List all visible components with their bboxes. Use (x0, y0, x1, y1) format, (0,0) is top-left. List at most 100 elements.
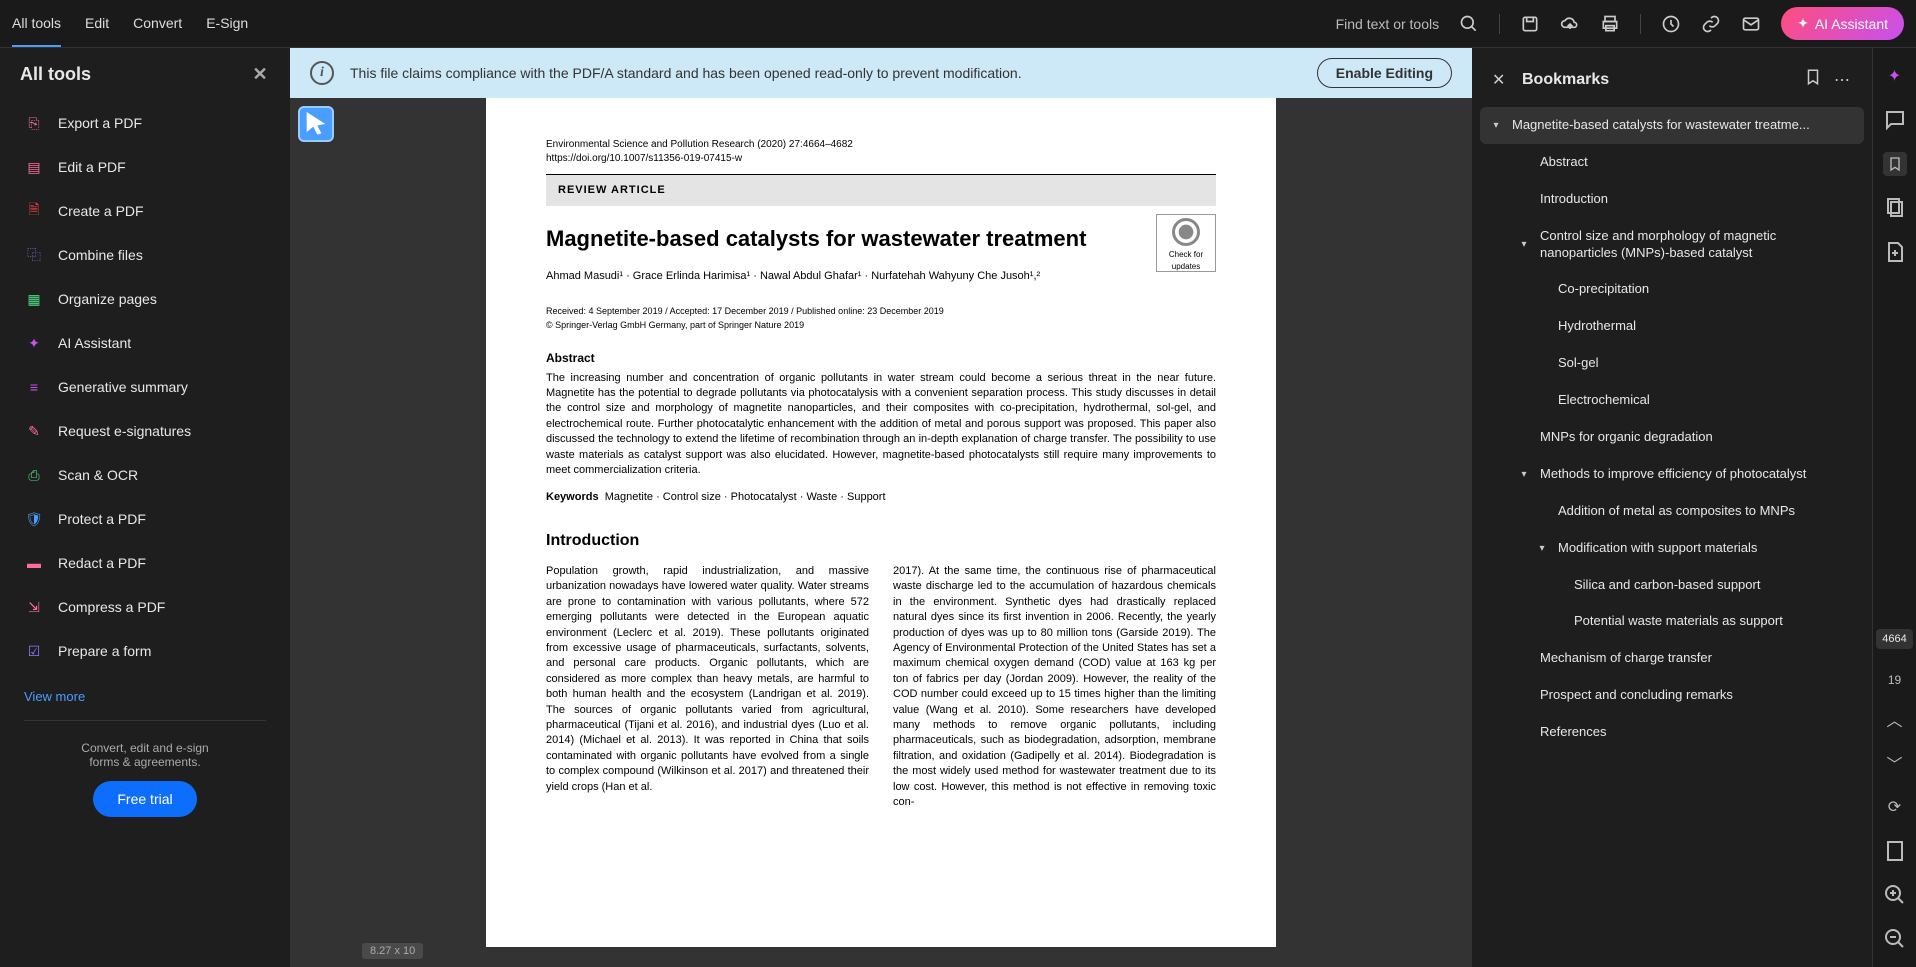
combine-icon: ⿻ (24, 245, 44, 265)
protect-icon: 🛡 (24, 509, 44, 529)
search-icon[interactable] (1459, 14, 1479, 34)
scroll-up-icon[interactable]: ︿ (1883, 707, 1907, 731)
tool-organize-pages[interactable]: ▦Organize pages (12, 277, 278, 321)
menu-all-tools[interactable]: All tools (12, 1, 61, 47)
cloud-upload-icon[interactable] (1560, 14, 1580, 34)
chevron-down-icon[interactable]: ▾ (1488, 120, 1504, 131)
tool-protect-pdf[interactable]: 🛡Protect a PDF (12, 497, 278, 541)
divider (1640, 14, 1641, 34)
column-2: 2017). At the same time, the continuous … (893, 564, 1216, 810)
bookmark-prospect[interactable]: Prospect and concluding remarks (1480, 677, 1864, 714)
chevron-down-icon[interactable]: ▾ (1534, 543, 1550, 554)
page-number-badge[interactable]: 4664 (1876, 629, 1912, 649)
export-icon: ⎘ (24, 113, 44, 133)
bookmark-control-size[interactable]: ▾Control size and morphology of magnetic… (1480, 218, 1864, 272)
all-tools-title: All tools (20, 64, 91, 85)
top-toolbar: All tools Edit Convert E-Sign Find text … (0, 0, 1916, 48)
tool-label: Generative summary (58, 379, 188, 395)
tool-edit-pdf[interactable]: ▤ Edit a PDF (12, 145, 278, 189)
free-trial-button[interactable]: Free trial (93, 781, 196, 817)
ai-assistant-label: AI Assistant (1815, 16, 1888, 32)
bookmark-potential-waste[interactable]: Potential waste materials as support (1480, 603, 1864, 640)
find-text-label[interactable]: Find text or tools (1336, 16, 1440, 32)
tool-ai-assistant[interactable]: ✦AI Assistant (12, 321, 278, 365)
tool-prepare-form[interactable]: ☑Prepare a form (12, 629, 278, 673)
pdfa-info-banner: i This file claims compliance with the P… (290, 48, 1472, 98)
chevron-down-icon[interactable]: ▾ (1516, 469, 1532, 480)
summary-icon: ≡ (24, 377, 44, 397)
footer-line2: forms & agreements. (12, 755, 278, 769)
view-more-link[interactable]: View more (12, 681, 278, 712)
bookmark-methods[interactable]: ▾Methods to improve efficiency of photoc… (1480, 456, 1864, 493)
tool-generative-summary[interactable]: ≡ Generative summary (12, 365, 278, 409)
page-dimensions-label: 8.27 x 10 (362, 943, 423, 959)
keywords: Keywords Magnetite · Control size · Phot… (546, 490, 1216, 505)
ai-sparkle-icon[interactable]: ✦ (1883, 64, 1907, 88)
tool-label: Redact a PDF (58, 555, 146, 571)
bookmark-coprecipitation[interactable]: Co-precipitation (1480, 271, 1864, 308)
tool-label: Scan & OCR (58, 467, 138, 483)
tool-request-esignatures[interactable]: ✎Request e-signatures (12, 409, 278, 453)
bookmark-abstract[interactable]: Abstract (1480, 144, 1864, 181)
scroll-down-icon[interactable]: ﹀ (1883, 751, 1907, 775)
bookmark-root[interactable]: ▾Magnetite-based catalysts for wastewate… (1480, 107, 1864, 144)
print-icon[interactable] (1600, 14, 1620, 34)
bookmark-electrochemical[interactable]: Electrochemical (1480, 382, 1864, 419)
bookmark-modification[interactable]: ▾Modification with support materials (1480, 530, 1864, 567)
selection-tool[interactable] (298, 106, 334, 142)
menu-edit[interactable]: Edit (85, 1, 109, 47)
body-columns: Population growth, rapid industrializati… (546, 564, 1216, 810)
link-icon[interactable] (1701, 14, 1721, 34)
mail-icon[interactable] (1741, 14, 1761, 34)
tool-label: Create a PDF (58, 203, 144, 219)
tool-redact-pdf[interactable]: ▬Redact a PDF (12, 541, 278, 585)
add-bookmark-icon[interactable] (1804, 68, 1822, 91)
bookmark-introduction[interactable]: Introduction (1480, 181, 1864, 218)
check-updates-badge[interactable]: Check for updates (1156, 214, 1216, 272)
chevron-down-icon[interactable]: ▾ (1516, 239, 1532, 250)
bookmark-options-icon[interactable]: ⋯ (1834, 70, 1852, 90)
attachment-icon[interactable] (1883, 240, 1907, 264)
paper-title: Magnetite-based catalysts for wastewater… (546, 224, 1216, 255)
organize-icon: ▦ (24, 289, 44, 309)
bookmark-hydrothermal[interactable]: Hydrothermal (1480, 308, 1864, 345)
save-icon[interactable] (1520, 14, 1540, 34)
page-total: 19 (1883, 673, 1907, 687)
zoom-out-icon[interactable] (1883, 927, 1907, 951)
esign-icon: ✎ (24, 421, 44, 441)
bookmark-silica[interactable]: Silica and carbon-based support (1480, 567, 1864, 604)
tool-label: Prepare a form (58, 643, 151, 659)
bookmark-references[interactable]: References (1480, 714, 1864, 751)
bookmark-rail-icon[interactable] (1883, 152, 1907, 176)
share-icon[interactable] (1661, 14, 1681, 34)
tool-scan-ocr[interactable]: ⎙Scan & OCR (12, 453, 278, 497)
pages-icon[interactable] (1883, 196, 1907, 220)
tool-export-pdf[interactable]: ⎘ Export a PDF (12, 101, 278, 145)
menu-convert[interactable]: Convert (133, 1, 182, 47)
tool-create-pdf[interactable]: 🗎Create a PDF (12, 189, 278, 233)
edit-icon: ▤ (24, 157, 44, 177)
close-bookmarks-button[interactable]: ✕ (1492, 70, 1510, 90)
tool-label: Edit a PDF (58, 159, 126, 175)
top-menu: All tools Edit Convert E-Sign (12, 1, 248, 47)
enable-editing-button[interactable]: Enable Editing (1317, 58, 1452, 88)
tool-combine-files[interactable]: ⿻Combine files (12, 233, 278, 277)
bookmark-mechanism[interactable]: Mechanism of charge transfer (1480, 640, 1864, 677)
zoom-in-icon[interactable] (1883, 883, 1907, 907)
menu-esign[interactable]: E-Sign (206, 1, 248, 47)
doi: https://doi.org/10.1007/s11356-019-07415… (546, 152, 1216, 166)
column-1: Population growth, rapid industrializati… (546, 564, 869, 810)
ai-assistant-button[interactable]: ✦ AI Assistant (1781, 7, 1904, 40)
bookmark-solgel[interactable]: Sol-gel (1480, 345, 1864, 382)
bookmark-mnps-degradation[interactable]: MNPs for organic degradation (1480, 419, 1864, 456)
bookmark-addition-metal[interactable]: Addition of metal as composites to MNPs (1480, 493, 1864, 530)
document-scroll[interactable]: Environmental Science and Pollution Rese… (290, 98, 1472, 967)
divider (24, 720, 266, 721)
close-panel-button[interactable]: ✕ (250, 64, 270, 85)
tool-label: Export a PDF (58, 115, 142, 131)
sparkle-icon: ✦ (1797, 15, 1809, 32)
comment-icon[interactable] (1883, 108, 1907, 132)
rotate-icon[interactable]: ⟳ (1883, 795, 1907, 819)
tool-compress-pdf[interactable]: ⇲Compress a PDF (12, 585, 278, 629)
fit-page-icon[interactable] (1883, 839, 1907, 863)
